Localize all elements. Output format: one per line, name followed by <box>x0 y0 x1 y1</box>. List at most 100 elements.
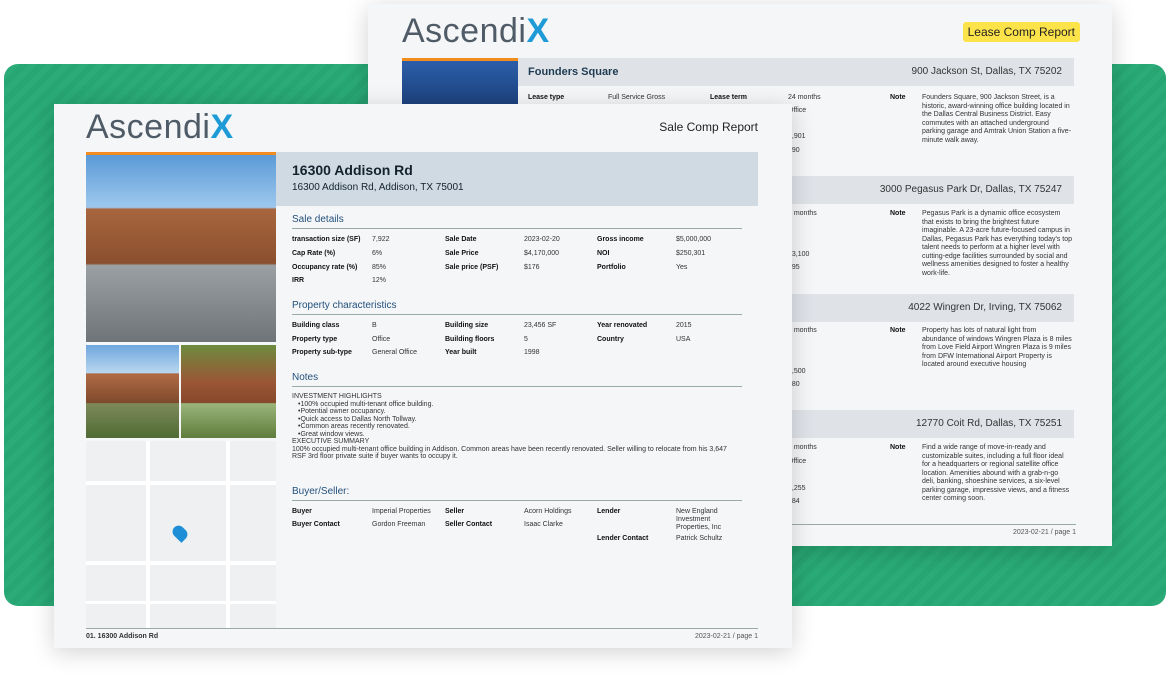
property-main-photo <box>86 152 276 342</box>
field-value: USA <box>676 336 691 343</box>
field-label: transaction size (SF) <box>292 236 361 243</box>
field-label: Sale Price <box>445 250 479 257</box>
summary-text: 100% occupied multi-tenant office buildi… <box>292 445 727 461</box>
field-label: Occupancy rate (%) <box>292 264 358 271</box>
lease-footer-page: 2023-02-21 / page 1 <box>1012 529 1076 536</box>
sale-footer: 01. 16300 Addison Rd 2023-02-21 / page 1 <box>86 628 758 640</box>
lease-partial: 6 months <box>788 327 817 334</box>
sale-report-title: Sale Comp Report <box>659 120 758 134</box>
footer-right: 2023-02-21 / page 1 <box>694 633 758 640</box>
field-value: 23,456 SF <box>524 322 557 329</box>
property-header: 16300 Addison Rd 16300 Addison Rd, Addis… <box>276 152 758 206</box>
sale-comp-sheet: AscendiX Sale Comp Report 16300 Addison … <box>54 104 792 648</box>
field-label: Sale price (PSF) <box>445 264 499 271</box>
field-value: Imperial Properties <box>372 508 431 515</box>
lease-term-label: Lease term <box>710 94 747 101</box>
field-label: Country <box>597 336 624 343</box>
field-label: Lender <box>597 508 621 515</box>
field-label: Seller <box>445 508 465 515</box>
lease-partial: 4 months <box>788 444 817 451</box>
lease-row-name: Founders Square <box>528 66 619 78</box>
highlight-item: Potential owner occupancy. <box>298 408 742 416</box>
highlights-title: INVESTMENT HIGHLIGHTS <box>292 393 382 400</box>
field-value: Yes <box>676 264 688 271</box>
lease-partial: 8 months <box>788 210 817 217</box>
highlight-item: Great window views. <box>298 431 742 439</box>
field-value: $4,170,000 <box>524 250 560 257</box>
lease-row-header: Founders Square 900 Jackson St, Dallas, … <box>518 58 1074 86</box>
lease-note: Pegasus Park is a dynamic office ecosyst… <box>922 210 1072 277</box>
field-label: Buyer Contact <box>292 521 340 528</box>
lease-report-title: Lease Comp Report <box>962 22 1080 42</box>
field-value: New England Investment Properties, Inc <box>676 508 722 531</box>
section-sale-details: Sale details <box>292 214 742 229</box>
highlights-list: 100% occupied multi-tenant office buildi… <box>292 401 742 439</box>
property-photo-2 <box>86 345 179 438</box>
ascendix-logo: AscendiX <box>402 12 550 50</box>
field-label: Cap Rate (%) <box>292 250 336 257</box>
field-value: 12% <box>372 277 387 284</box>
note-label: Note <box>890 327 906 334</box>
section-buyer-seller: Buyer/Seller: <box>292 486 742 501</box>
field-value: 2023-02-20 <box>524 236 560 243</box>
highlight-item: Quick access to Dallas North Tollway. <box>298 416 742 424</box>
field-label: Lender Contact <box>597 535 649 542</box>
lease-row-address: 4022 Wingren Dr, Irving, TX 75062 <box>908 302 1062 313</box>
field-label: Property type <box>292 336 338 343</box>
lease-type-label: Lease type <box>528 94 565 101</box>
field-label: Building class <box>292 322 340 329</box>
ascendix-logo: AscendiX <box>86 108 234 146</box>
field-value: General Office <box>372 349 418 356</box>
field-label: Building size <box>445 322 489 329</box>
field-value: $5,000,000 <box>676 236 712 243</box>
field-value: Patrick Schultz <box>676 535 723 542</box>
property-address: 16300 Addison Rd, Addison, TX 75001 <box>292 182 464 193</box>
field-value: Isaac Clarke <box>524 521 563 528</box>
map-pin-icon <box>170 523 190 543</box>
field-label: Property sub-type <box>292 349 352 356</box>
lease-row-address: 12770 Coit Rd, Dallas, TX 75251 <box>915 418 1062 429</box>
note-label: Note <box>890 210 906 217</box>
property-name: 16300 Addison Rd <box>292 162 413 178</box>
field-value: 5 <box>524 336 528 343</box>
section-property-characteristics: Property characteristics <box>292 300 742 315</box>
notes-block: INVESTMENT HIGHLIGHTS 100% occupied mult… <box>292 393 742 461</box>
lease-row-address: 3000 Pegasus Park Dr, Dallas, TX 75247 <box>879 184 1062 195</box>
field-value: Gordon Freeman <box>372 521 426 528</box>
field-label: IRR <box>292 277 305 284</box>
field-label: Seller Contact <box>445 521 493 528</box>
field-label: Gross income <box>597 236 644 243</box>
field-value: 85% <box>372 264 387 271</box>
lease-row-address: 900 Jackson St, Dallas, TX 75202 <box>911 66 1062 77</box>
lease-note: Founders Square, 900 Jackson Street, is … <box>922 94 1072 144</box>
highlight-item: 100% occupied multi-tenant office buildi… <box>298 401 742 409</box>
field-label: Building floors <box>445 336 495 343</box>
field-value: Office <box>372 336 391 343</box>
field-value: Acorn Holdings <box>524 508 572 515</box>
section-notes: Notes <box>292 372 742 387</box>
field-value: B <box>372 322 377 329</box>
property-photo-3 <box>181 345 276 438</box>
field-label: Portfolio <box>597 264 626 271</box>
lease-note: Find a wide range of move-in-ready and c… <box>922 444 1070 502</box>
summary-title: EXECUTIVE SUMMARY <box>292 438 370 445</box>
footer-left: 01. 16300 Addison Rd <box>86 633 159 640</box>
lease-type-value: Full Service Gross <box>608 94 666 101</box>
stage: AscendiX Lease Comp Report Founders Squa… <box>0 0 1170 690</box>
lease-note: Property has lots of natural light from … <box>922 327 1072 368</box>
field-value: $250,301 <box>676 250 706 257</box>
field-value: 1998 <box>524 349 540 356</box>
field-value: 2015 <box>676 322 692 329</box>
field-label: Buyer <box>292 508 312 515</box>
note-label: Note <box>890 94 906 101</box>
property-map <box>86 441 276 629</box>
highlight-item: Common areas recently renovated. <box>298 423 742 431</box>
field-label: NOI <box>597 250 610 257</box>
field-value: $176 <box>524 264 540 271</box>
field-value: 7,922 <box>372 236 390 243</box>
field-label: Year renovated <box>597 322 648 329</box>
field-value: 6% <box>372 250 383 257</box>
founders-square-photo <box>402 58 518 108</box>
field-label: Year built <box>445 349 477 356</box>
lease-term-value: 24 months <box>788 94 821 101</box>
